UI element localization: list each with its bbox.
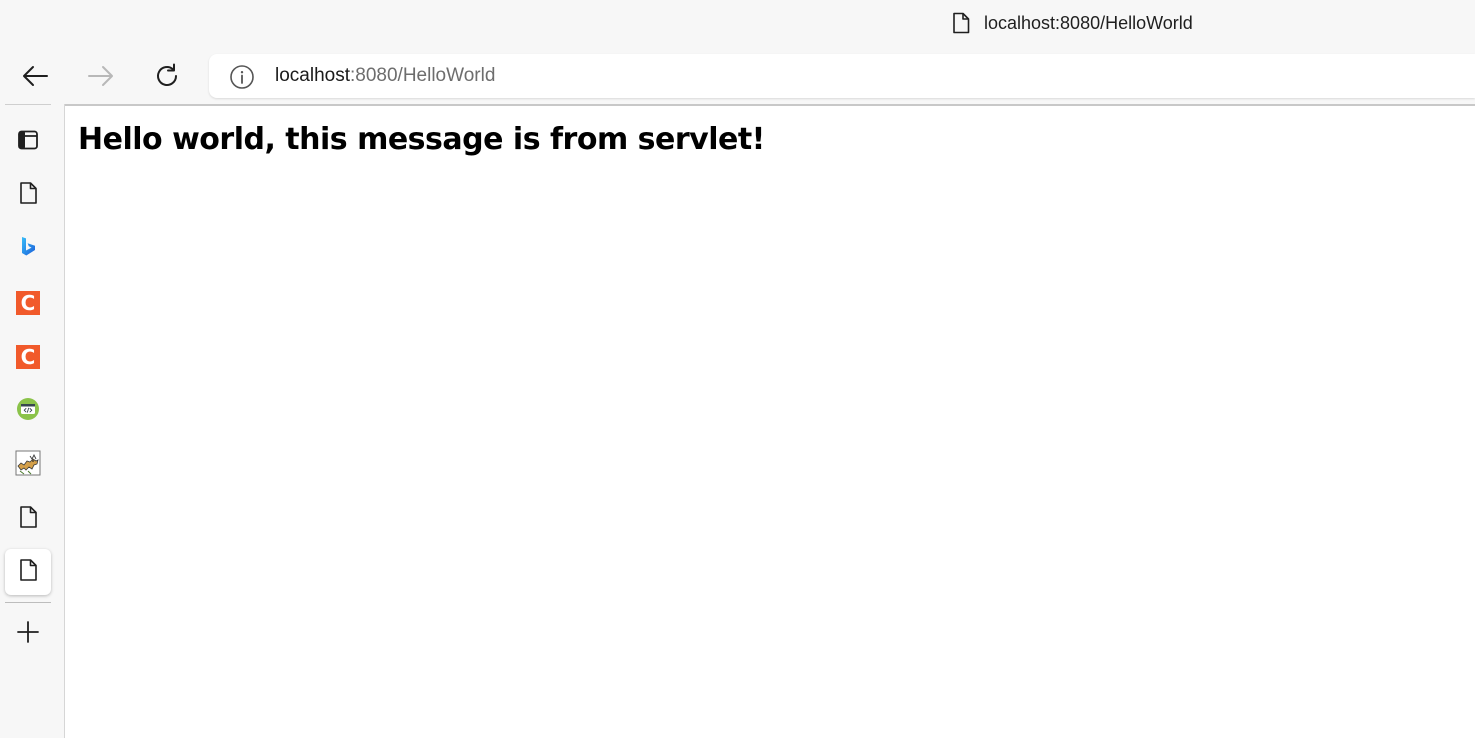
plus-icon [16,620,40,649]
url-path: :8080/HelloWorld [350,65,496,86]
tab-bing[interactable] [5,226,51,272]
tab-page-active[interactable] [5,549,51,595]
tab-actions-button[interactable] [5,119,51,165]
refresh-icon [153,62,181,95]
page-icon [952,12,970,34]
page-icon [18,505,38,534]
tab-code-site[interactable] [5,388,51,434]
page-icon [18,181,38,210]
arrow-right-icon [87,64,115,93]
sidebar-top-divider [5,104,51,105]
tomcat-icon [15,450,41,481]
page-icon [18,558,38,587]
toolbar: localhost:8080/HelloWorld [0,52,1475,104]
sidebar-divider [5,602,51,603]
address-url[interactable]: localhost:8080/HelloWorld [275,65,495,87]
back-button[interactable] [17,60,53,96]
tab-c-site-1[interactable]: C [5,280,51,326]
page-heading: Hello world, this message is from servle… [78,122,765,157]
tab-c-site-2[interactable]: C [5,334,51,380]
address-bar[interactable]: localhost:8080/HelloWorld [209,54,1475,98]
tab-page-2[interactable] [5,496,51,542]
url-host: localhost [275,65,350,86]
page-content: Hello world, this message is from servle… [65,104,1475,738]
new-tab-button[interactable] [5,611,51,657]
tab-actions-icon [16,128,40,157]
forward-button[interactable] [83,60,119,96]
c-icon: C [16,345,40,369]
bing-icon [18,235,38,264]
c-icon: C [16,291,40,315]
arrow-left-icon [21,64,49,93]
title-bar: localhost:8080/HelloWorld [0,0,1475,52]
reload-button[interactable] [149,60,185,96]
info-icon[interactable] [229,64,255,95]
code-badge-icon [16,397,40,426]
tab-page-1[interactable] [5,172,51,218]
window-title: localhost:8080/HelloWorld [952,12,1193,34]
window-title-text: localhost:8080/HelloWorld [984,12,1193,33]
tab-tomcat[interactable] [5,442,51,488]
vertical-tabs-sidebar: C C [0,104,65,738]
